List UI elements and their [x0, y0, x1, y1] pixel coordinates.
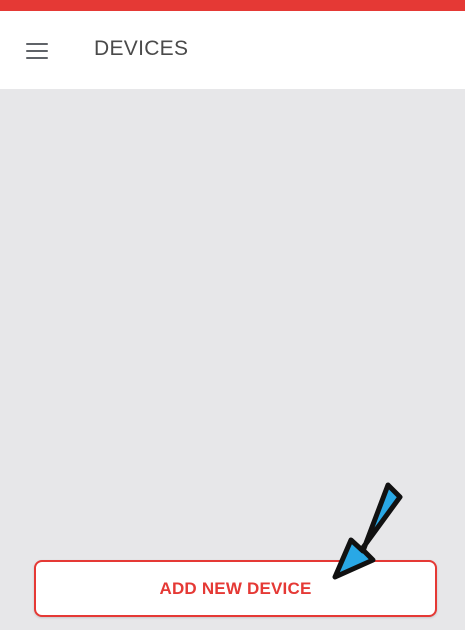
- add-new-device-label: ADD NEW DEVICE: [159, 578, 312, 598]
- top-accent-bar: [0, 0, 465, 11]
- devices-list-area: [0, 89, 465, 630]
- hamburger-menu-icon[interactable]: [26, 43, 48, 59]
- page-title: DEVICES: [94, 37, 189, 60]
- devices-screen: DEVICES ADD NEW DEVICE: [0, 0, 465, 630]
- app-bar: DEVICES: [0, 11, 465, 89]
- add-new-device-button[interactable]: ADD NEW DEVICE: [34, 560, 437, 617]
